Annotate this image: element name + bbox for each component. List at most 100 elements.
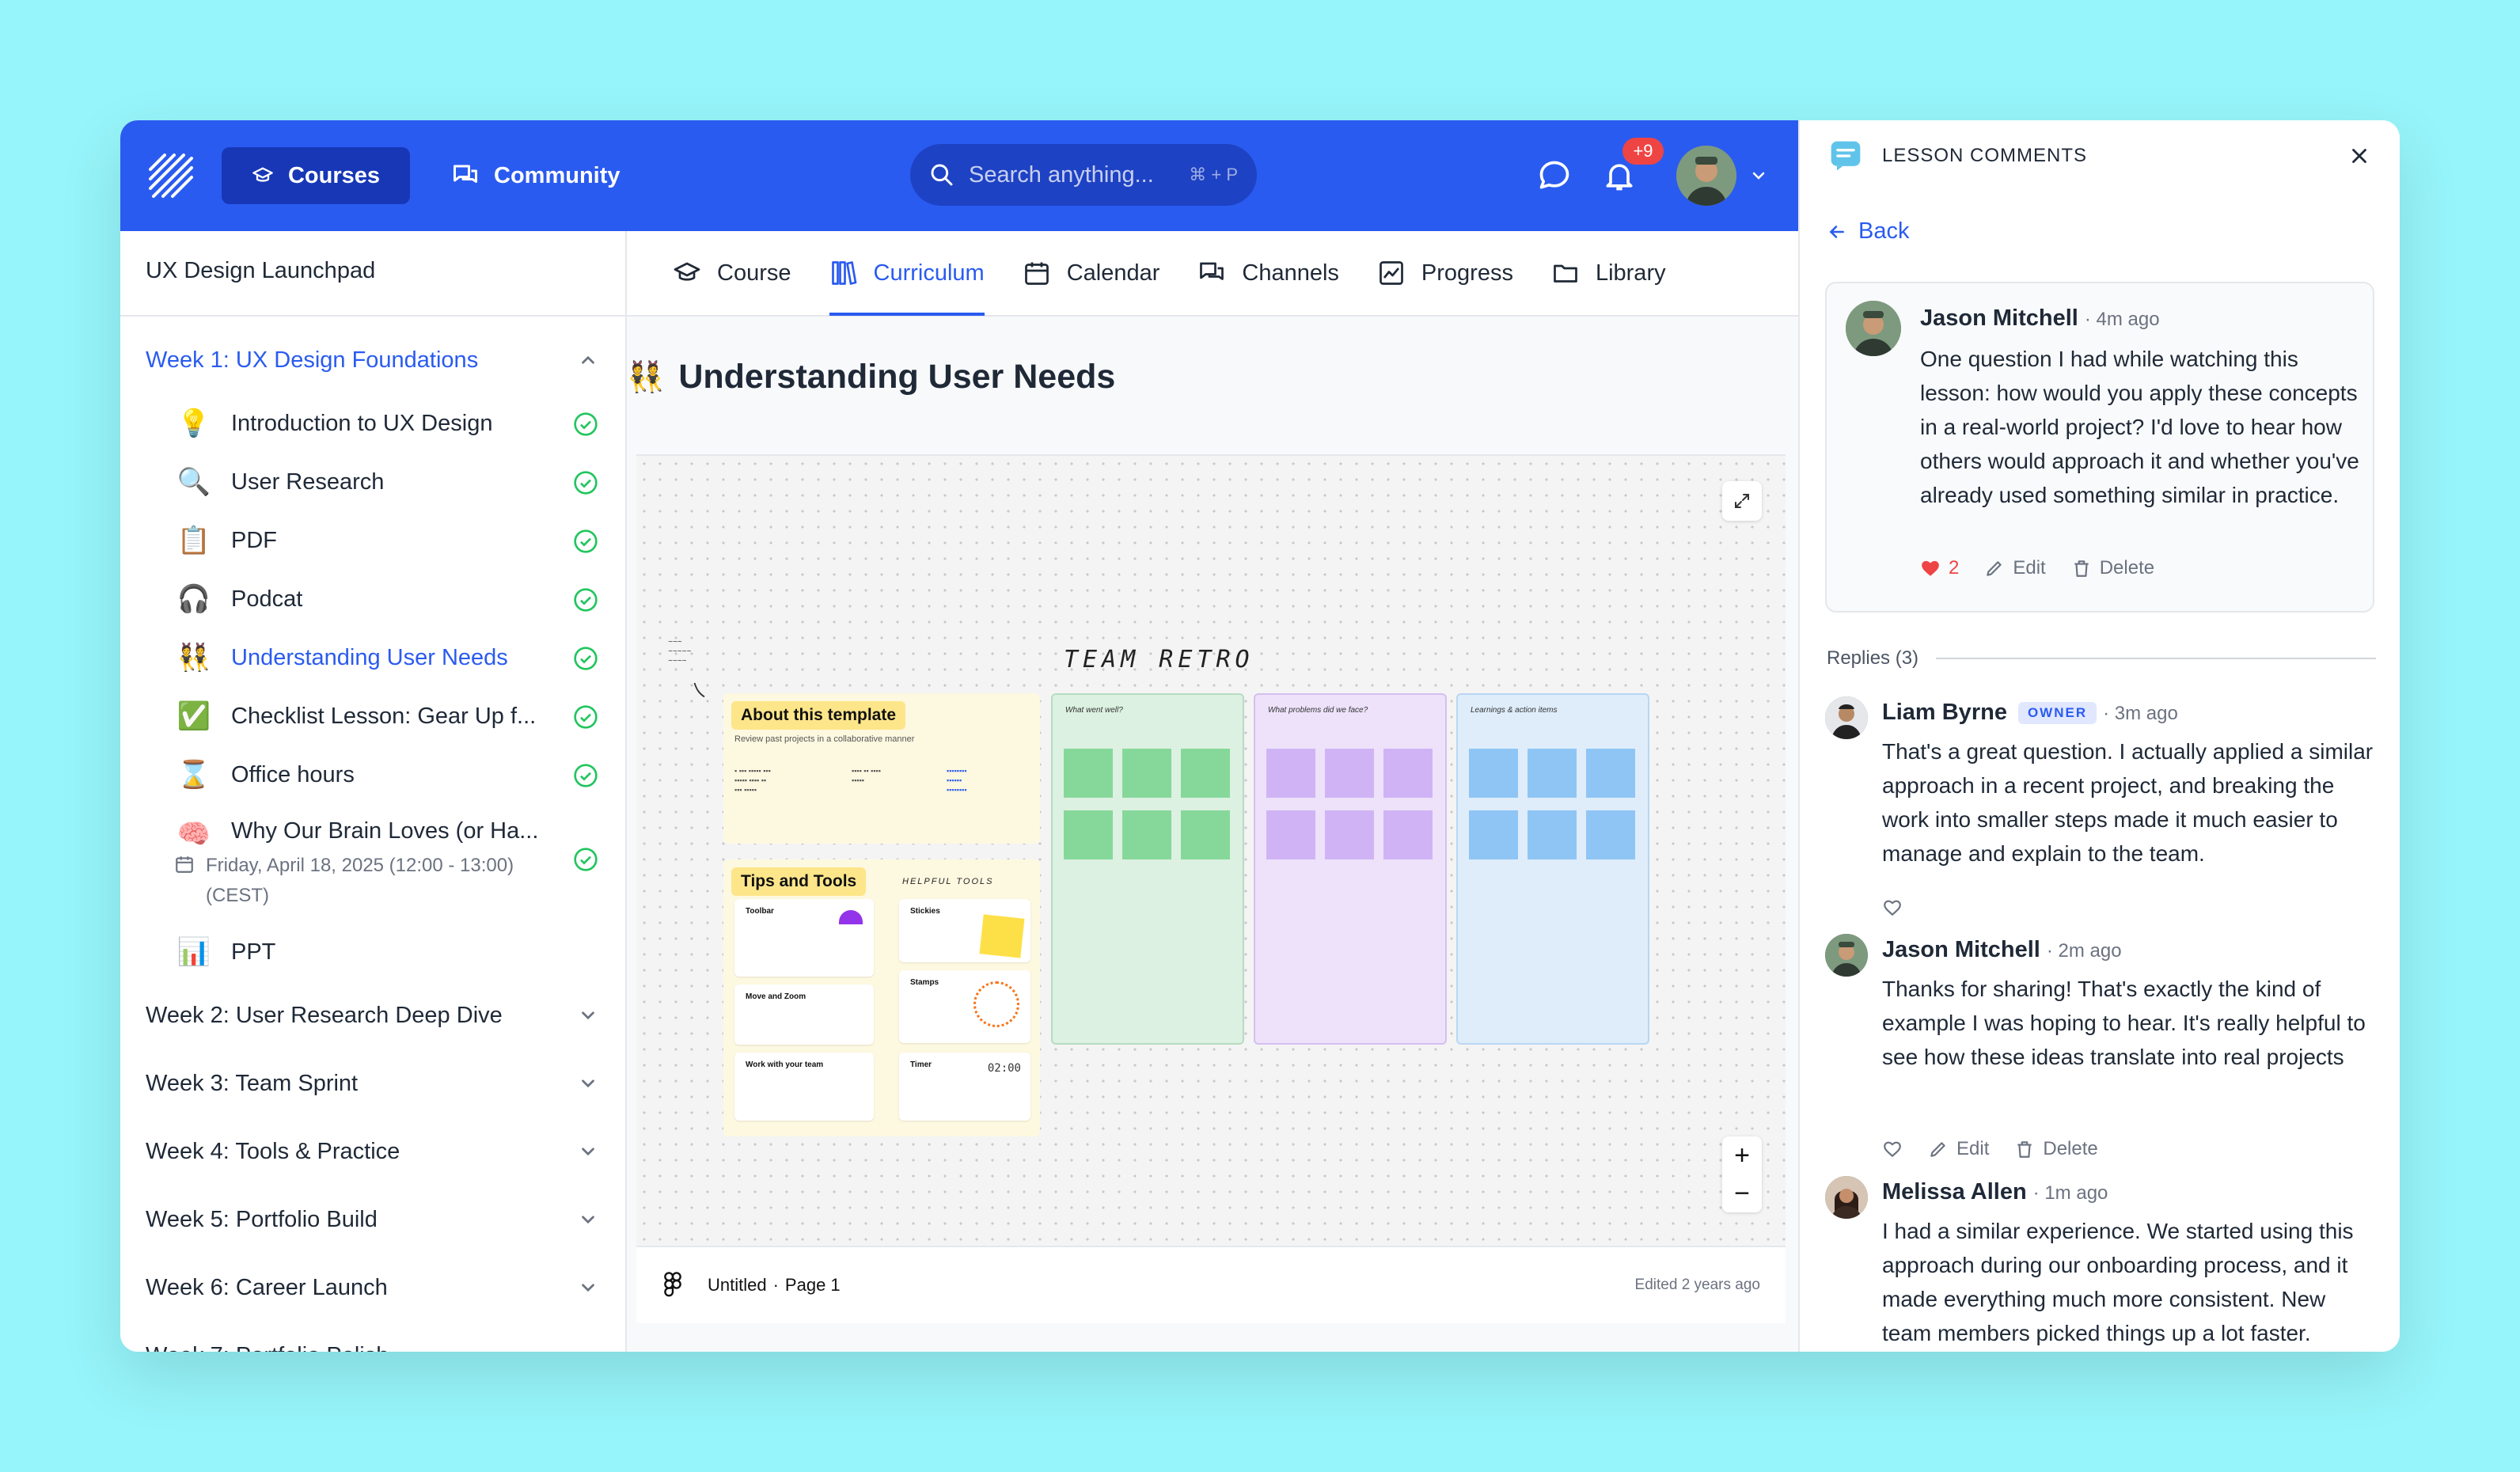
tab-label: Course <box>717 260 791 286</box>
messages-icon[interactable] <box>1537 158 1572 193</box>
lesson-label: Why Our Brain Loves (or Ha... <box>231 818 539 844</box>
lesson-item-event[interactable]: 🧠 Why Our Brain Loves (or Ha... Friday, … <box>120 804 625 923</box>
page-name: Page 1 <box>784 1275 841 1295</box>
reply-time: · 1m ago <box>2032 1182 2108 1204</box>
week-label: Week 7: Portfolio Polish <box>146 1343 389 1352</box>
lesson-label: Introduction to UX Design <box>231 410 493 436</box>
chevron-down-icon[interactable] <box>1748 166 1770 185</box>
tool-title: Stickies <box>910 907 940 916</box>
about-detail-text: ▪ ▪▪▪ ▪▪▪▪▪ ▪▪▪ ▪▪▪▪▪ ▪▪▪▪ ▪▪ ▪▪▪ ▪▪▪▪▪ <box>734 767 771 794</box>
delete-button[interactable]: Delete <box>2014 1138 2098 1160</box>
figma-embed-canvas[interactable]: ~~~ ~~~~~ ~~~~ TEAM RETRO About this templ… <box>636 454 1786 1246</box>
tab-channels[interactable]: Channels <box>1178 230 1358 316</box>
tab-curriculum[interactable]: Curriculum <box>810 230 1004 316</box>
reply-time: · 3m ago <box>2103 703 2178 724</box>
week-4-header[interactable]: Week 4: Tools & Practice <box>120 1117 625 1186</box>
stamp-wheel-shape <box>973 981 1019 1027</box>
close-icon[interactable] <box>2347 144 2371 168</box>
week-6-header[interactable]: Week 6: Career Launch <box>120 1254 625 1322</box>
tab-library[interactable]: Library <box>1532 230 1685 316</box>
zoom-in-icon[interactable]: + <box>1734 1140 1750 1171</box>
column-heading: Learnings & action items <box>1471 706 1558 715</box>
comment-time: · 4m ago <box>2084 309 2160 330</box>
tool-title: Timer <box>910 1060 932 1069</box>
about-card: About this template Review past projects… <box>723 693 1040 844</box>
lesson-item[interactable]: 🔍 User Research <box>120 453 625 511</box>
calendar-icon <box>176 856 193 873</box>
lesson-label: PPT <box>231 939 276 965</box>
lesson-comments-panel: LESSON COMMENTS Back Jason Mitchell · 4m … <box>1798 120 2400 1352</box>
search-input[interactable]: Search anything... ⌘ + P <box>910 144 1257 206</box>
column-heading: What went well? <box>1065 706 1123 715</box>
board-title: TEAM RETRO <box>1064 646 1254 673</box>
like-count: 2 <box>1949 557 1960 579</box>
people-icon: 👯 <box>627 360 665 394</box>
sticky-note <box>1325 749 1374 798</box>
avatar[interactable] <box>1825 1176 1868 1219</box>
tips-label: Tips and Tools <box>731 867 867 896</box>
app-area: Courses Community Search anything... ⌘ +… <box>120 120 1798 1352</box>
lesson-label: Office hours <box>231 761 355 787</box>
nav-community-button[interactable]: Community <box>421 147 651 204</box>
like-button[interactable] <box>1882 897 1903 918</box>
reply-author: Melissa Allen · 1m ago <box>1882 1179 2108 1205</box>
tab-calendar[interactable]: Calendar <box>1004 230 1179 316</box>
week-5-header[interactable]: Week 5: Portfolio Build <box>120 1186 625 1254</box>
like-button[interactable]: 2 <box>1920 557 1959 579</box>
week-1-header[interactable]: Week 1: UX Design Foundations <box>120 326 625 394</box>
nav-courses-label: Courses <box>287 162 380 188</box>
reply-body: Thanks for sharing! That's exactly the k… <box>1882 977 2366 1069</box>
author-name: Liam Byrne <box>1882 700 2007 725</box>
like-button[interactable] <box>1882 1139 1903 1159</box>
tab-progress[interactable]: Progress <box>1358 230 1532 316</box>
back-link[interactable]: Back <box>1827 218 1909 245</box>
edit-button[interactable]: Edit <box>1928 1138 1989 1160</box>
edit-label: Edit <box>1956 1138 1990 1159</box>
owner-badge: OWNER <box>2017 702 2097 724</box>
expand-button[interactable] <box>1722 481 1762 521</box>
lesson-item-current[interactable]: 👯 Understanding User Needs <box>120 628 625 687</box>
zoom-out-icon[interactable]: − <box>1734 1178 1750 1209</box>
trash-icon <box>2017 1141 2032 1158</box>
avatar-image <box>1825 696 1868 739</box>
lesson-item[interactable]: ✅ Checklist Lesson: Gear Up f... <box>120 687 625 745</box>
sticky-note <box>1064 810 1113 859</box>
back-label: Back <box>1858 218 1910 244</box>
replies-heading: Replies (3) <box>1827 647 2376 670</box>
logo-icon[interactable] <box>147 152 195 199</box>
sticky-note <box>1383 810 1433 859</box>
checkmark-box-icon: ✅ <box>176 701 211 731</box>
edit-button[interactable]: Edit <box>1984 557 2046 579</box>
week-label: Week 5: Portfolio Build <box>146 1206 378 1232</box>
lesson-item[interactable]: 📊 PPT <box>120 923 625 981</box>
tab-course[interactable]: Course <box>654 230 810 316</box>
trash-icon <box>2074 560 2089 577</box>
week-7-header[interactable]: Week 7: Portfolio Polish <box>120 1322 625 1352</box>
sticky-note <box>1469 810 1518 859</box>
reply-time: · 2m ago <box>2046 940 2122 962</box>
chevron-up-icon <box>582 355 594 364</box>
delete-label: Delete <box>2043 1138 2098 1159</box>
avatar[interactable] <box>1825 696 1868 739</box>
lesson-item[interactable]: ⌛ Office hours <box>120 745 625 804</box>
lesson-item[interactable]: 💡 Introduction to UX Design <box>120 394 625 453</box>
user-avatar[interactable] <box>1676 146 1736 206</box>
sticky-note <box>1181 810 1230 859</box>
delete-button[interactable]: Delete <box>2071 557 2154 579</box>
notification-badge: +9 <box>1622 138 1664 165</box>
arrow-left-icon <box>1829 225 1844 238</box>
lesson-item[interactable]: 🎧 Podcat <box>120 570 625 628</box>
retro-column-problems: What problems did we face? <box>1254 693 1447 1045</box>
tab-label: Library <box>1595 260 1666 286</box>
avatar[interactable] <box>1825 934 1868 977</box>
app-window: Courses Community Search anything... ⌘ +… <box>120 120 2400 1352</box>
week-2-header[interactable]: Week 2: User Research Deep Dive <box>120 981 625 1049</box>
avatar[interactable] <box>1846 301 1901 356</box>
reply-body: That's a great question. I actually appl… <box>1882 739 2374 866</box>
chevron-down-icon <box>582 1011 594 1020</box>
search-icon <box>931 164 953 186</box>
tool-card-stickies: Stickies <box>899 899 1030 962</box>
week-3-header[interactable]: Week 3: Team Sprint <box>120 1049 625 1117</box>
lesson-item[interactable]: 📋 PDF <box>120 511 625 570</box>
nav-courses-button[interactable]: Courses <box>222 147 410 204</box>
